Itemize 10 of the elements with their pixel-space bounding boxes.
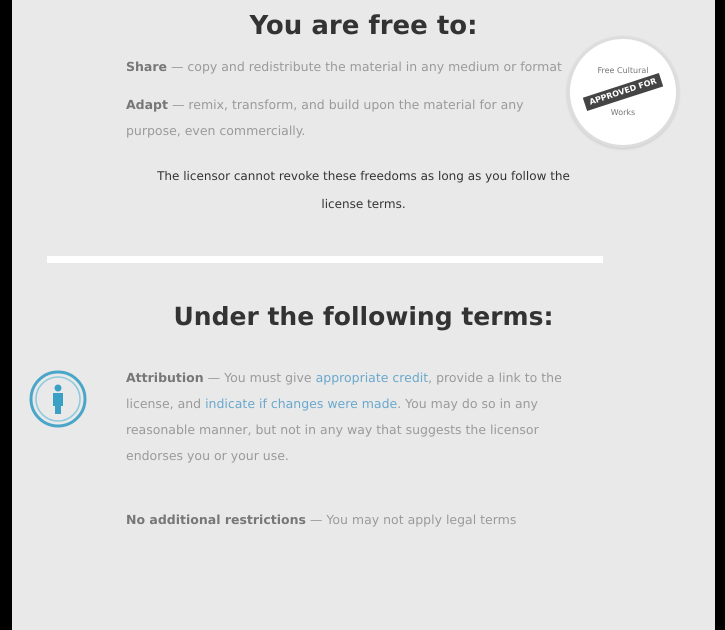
freedom-item: Share — copy and redistribute the material in any medium or format: [126, 58, 563, 76]
person-icon: [28, 369, 88, 429]
term-item: No additional restrictions — You may not apply legal terms: [126, 511, 518, 529]
freedoms-note: The licensor cannot revoke these freedoms as long as you follow the license terms.: [156, 168, 571, 213]
term-link[interactable]: appropriate credit: [316, 370, 428, 385]
section-heading: Under the following terms:: [174, 301, 554, 333]
term-item: Attribution — You must give appropriate credit, provide a link to the license, and indicate if changes were made. You may do so in any reasonable manner, but not in any way that suggests the licensor endorses you or your use.: [126, 369, 563, 465]
freedom-item: Adapt — remix, transform, and build upon the material for any purpose, even commercially.: [126, 96, 525, 140]
term-link[interactable]: indicate if changes were made: [205, 396, 398, 411]
section-heading: You are free to:: [249, 10, 478, 43]
